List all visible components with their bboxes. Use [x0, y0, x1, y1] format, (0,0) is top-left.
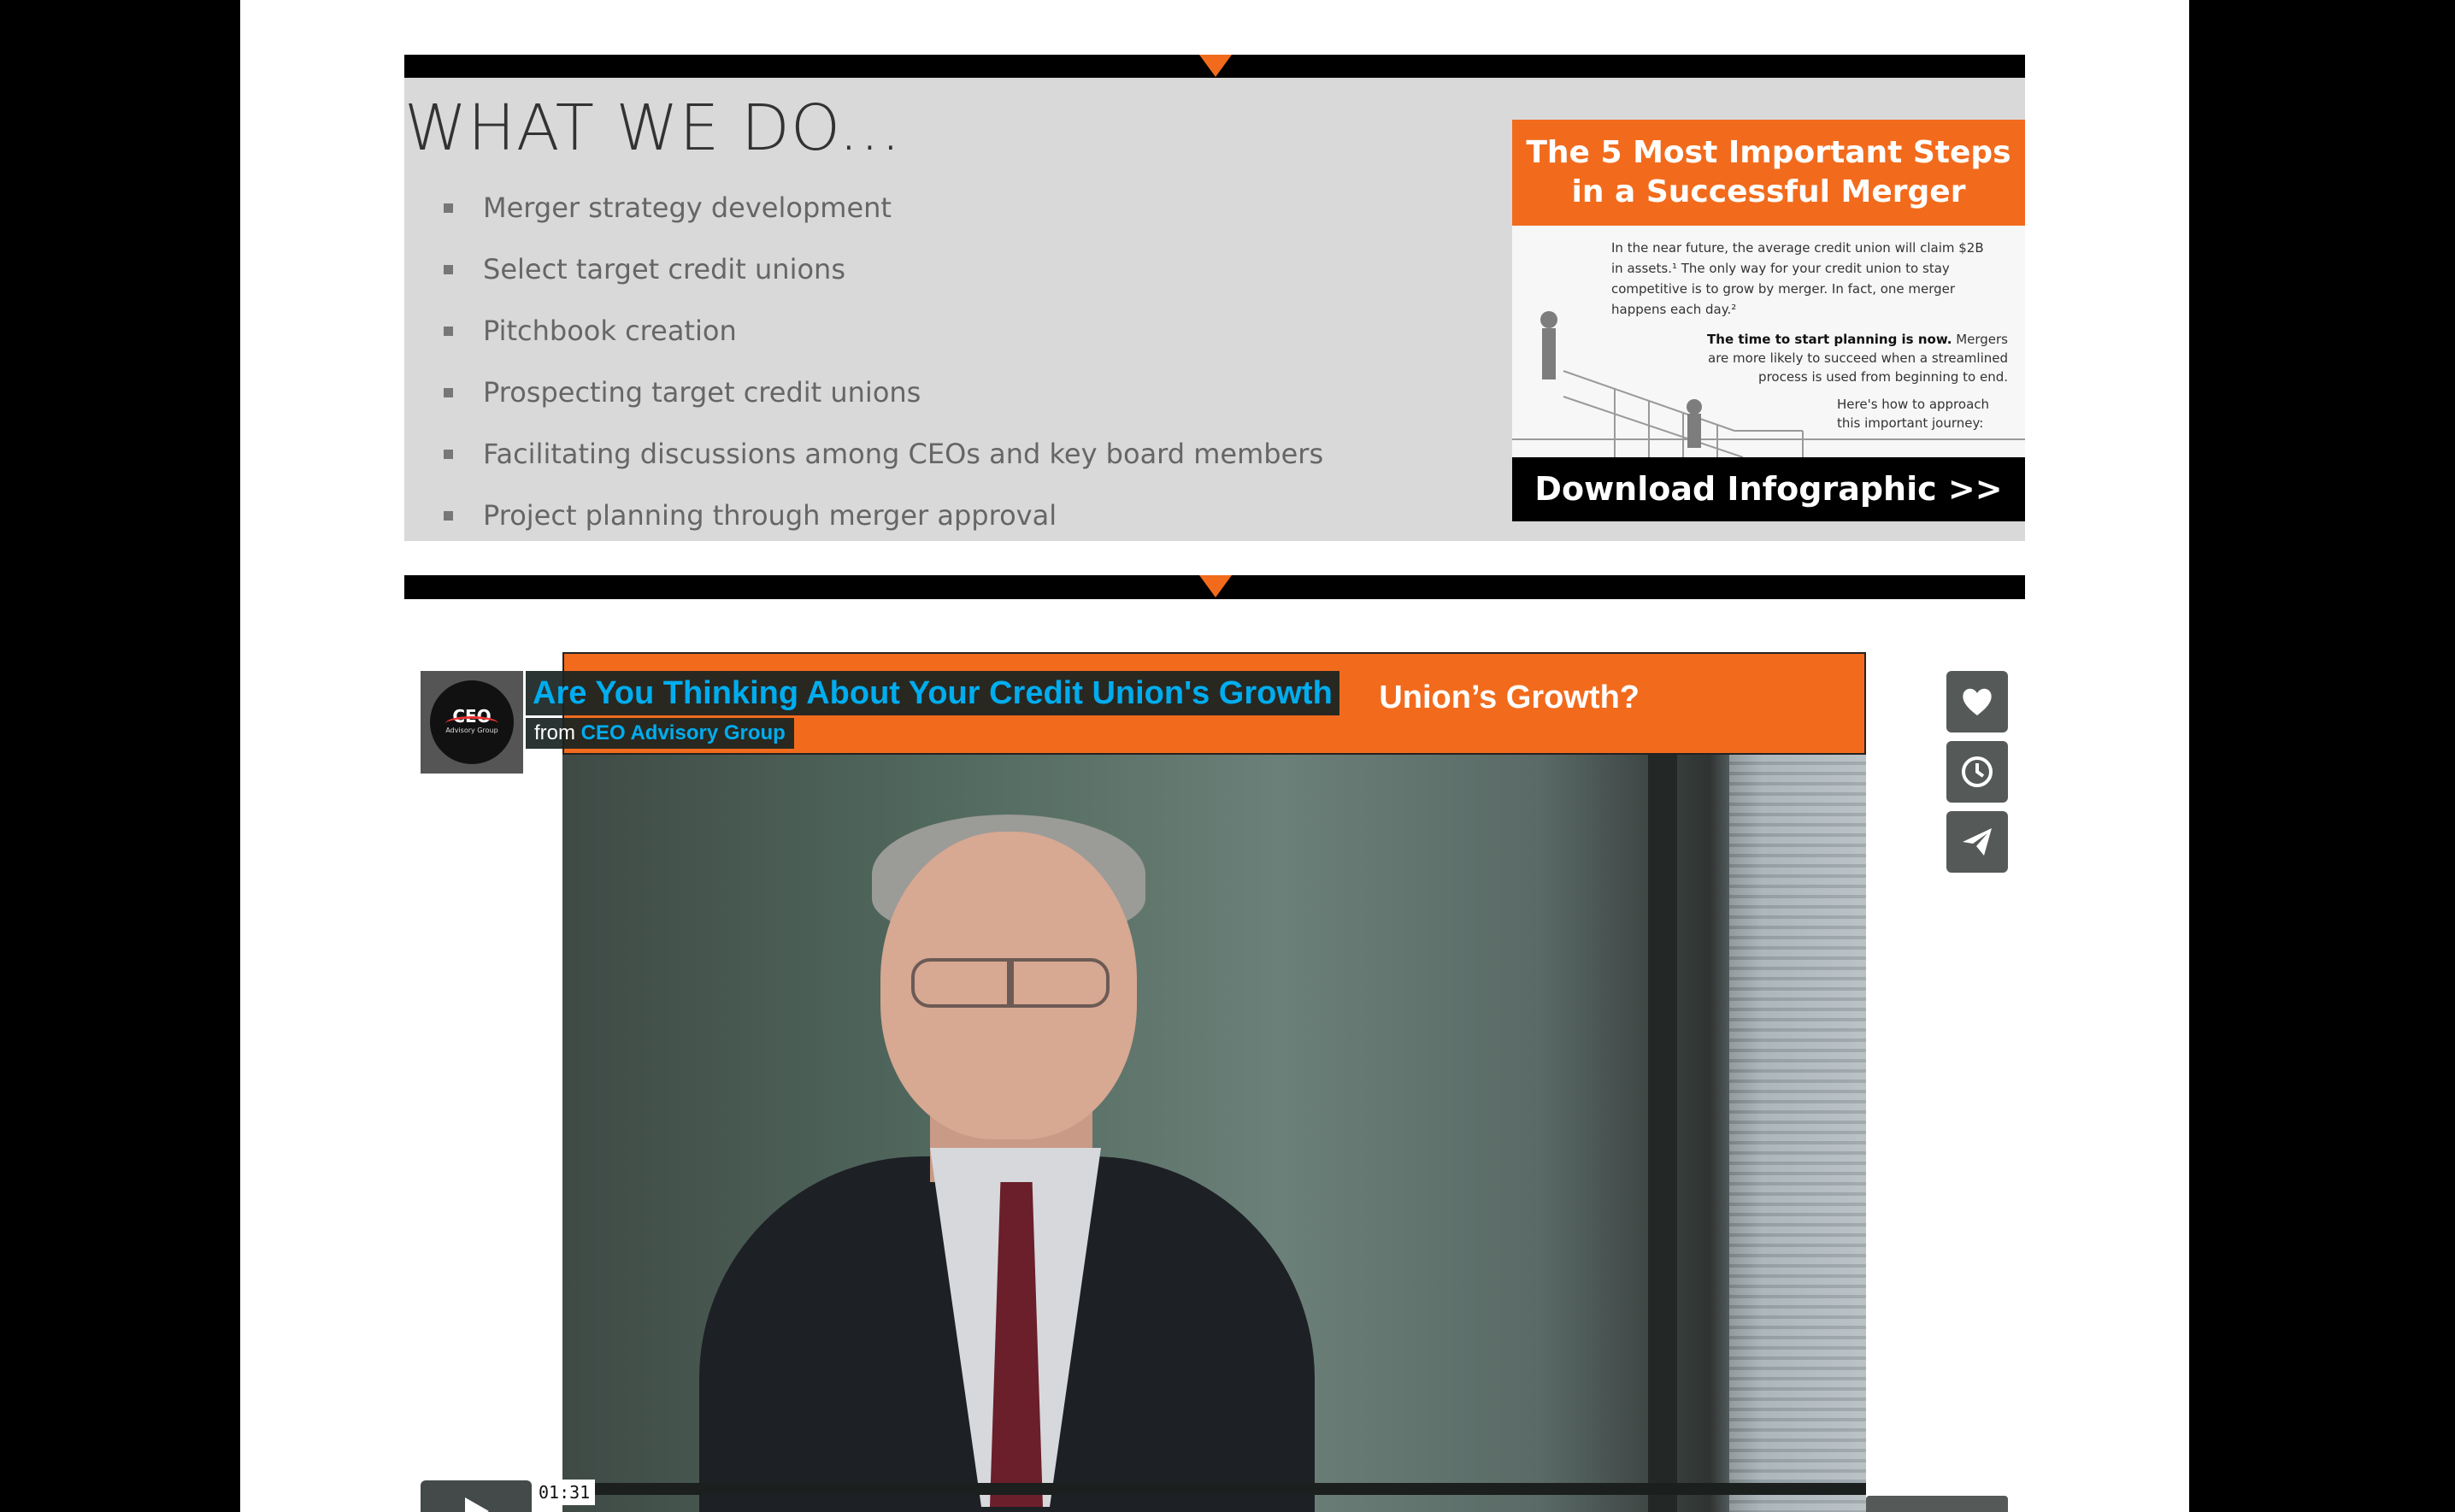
clock-icon: [1962, 756, 1993, 787]
divider-notch: [1199, 575, 1232, 597]
progress-bar[interactable]: [562, 1483, 1866, 1495]
channel-avatar[interactable]: CEO Advisory Group: [421, 671, 523, 774]
ceo-logo: CEO Advisory Group: [430, 680, 514, 764]
services-list: Merger strategy development Select targe…: [444, 189, 1323, 558]
like-button[interactable]: [1946, 671, 2008, 732]
play-icon: [465, 1497, 489, 1512]
channel-link[interactable]: CEO Advisory Group: [581, 721, 786, 744]
bullet-icon: [444, 511, 453, 521]
list-item: Facilitating discussions among CEOs and …: [444, 435, 1323, 497]
promo-illustration: In the near future, the average credit u…: [1512, 226, 2025, 457]
list-item: Merger strategy development: [444, 189, 1323, 250]
bullet-icon: [444, 203, 453, 213]
bullet-icon: [444, 265, 453, 274]
download-infographic-button[interactable]: Download Infographic >>: [1512, 457, 2025, 521]
video-frame: [562, 755, 1866, 1512]
watch-later-button[interactable]: [1946, 741, 2008, 803]
video-player[interactable]: Union’s Growth?: [562, 652, 1866, 1512]
video-title-link[interactable]: Are You Thinking About Your Credit Union…: [526, 671, 1339, 715]
promo-heading: The 5 Most Important Steps in a Successf…: [1512, 120, 2025, 226]
video-byline: from CEO Advisory Group: [526, 718, 794, 749]
list-item: Select target credit unions: [444, 250, 1323, 312]
what-we-do-section: WHAT WE DO... Merger strategy developmen…: [404, 78, 2025, 541]
list-item: Project planning through merger approval: [444, 497, 1323, 558]
heart-icon: [1963, 688, 1992, 715]
section-divider-top: [404, 55, 2025, 79]
infographic-promo[interactable]: The 5 Most Important Steps in a Successf…: [1512, 120, 2025, 521]
section-title: WHAT WE DO...: [404, 91, 902, 165]
bullet-icon: [444, 327, 453, 336]
section-divider-bottom: [404, 575, 2025, 599]
bullet-icon: [444, 450, 453, 459]
page: WHAT WE DO... Merger strategy developmen…: [240, 0, 2189, 1512]
video-duration: 01:31: [533, 1480, 596, 1505]
list-item: Pitchbook creation: [444, 312, 1323, 374]
vimeo-logo-button[interactable]: [1866, 1496, 2008, 1512]
bullet-icon: [444, 388, 453, 397]
divider-notch: [1199, 55, 1232, 77]
play-button[interactable]: [421, 1480, 532, 1512]
list-item: Prospecting target credit unions: [444, 374, 1323, 435]
share-button[interactable]: [1946, 811, 2008, 873]
send-icon: [1963, 828, 1992, 856]
